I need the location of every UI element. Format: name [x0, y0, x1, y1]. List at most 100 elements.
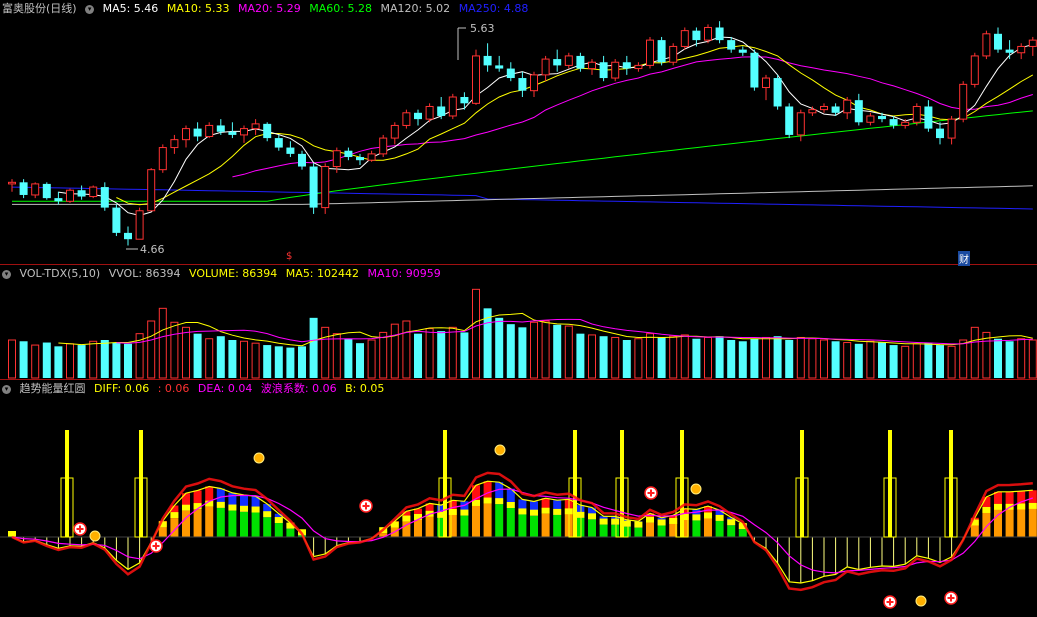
volume-bar-down [274, 346, 283, 378]
candle-down [193, 128, 202, 137]
price-panel[interactable]: 富奥股份(日线) ▾ MA5: 5.46 MA10: 5.33 MA20: 5.… [0, 0, 1037, 266]
volume-bar-up [1017, 338, 1026, 379]
volume-bar-down [286, 347, 295, 378]
candle-up [901, 121, 910, 126]
volume-bar-up [530, 321, 538, 379]
candle-up [170, 139, 179, 149]
low-price-mark: 4.66 [140, 243, 165, 256]
volume-bar-up [843, 342, 852, 379]
volume-bar-down [437, 331, 446, 378]
candle-down [506, 68, 515, 79]
wave-pillar [573, 430, 577, 537]
candle-up [970, 55, 979, 85]
volume-bar-up [147, 320, 156, 379]
candle-up [147, 169, 156, 212]
energy-column-cap [182, 504, 190, 511]
volume-bar-up [332, 333, 341, 379]
wave-pillar [949, 430, 953, 537]
energy-column-cap [240, 505, 248, 512]
volume-bar-up [982, 331, 991, 379]
candle-up [541, 58, 550, 76]
volume-bar-up [901, 345, 910, 379]
candle-up [332, 150, 341, 168]
candle-down [483, 55, 492, 66]
volume-bar-up [170, 321, 179, 379]
gold-coin-signal [253, 452, 265, 464]
energy-column-cap [599, 518, 608, 525]
ma5-label: MA5: 5.46 [102, 2, 159, 15]
financial-report-mark[interactable]: 财 [958, 251, 970, 266]
volume-bar-down [576, 333, 585, 378]
volume-bar-down [878, 342, 886, 378]
volume-bar-up [472, 288, 480, 379]
volume-bar-up [970, 326, 979, 379]
energy-column-cap [460, 509, 469, 516]
candle-up [947, 118, 956, 139]
volume-bar-up [158, 307, 167, 379]
ma250-line [11, 186, 1033, 210]
candle-down [854, 100, 863, 123]
energy-column [599, 524, 608, 537]
event-mark[interactable]: $ [286, 251, 292, 262]
energy-column [657, 525, 666, 537]
volume-bar-up [251, 342, 260, 379]
candle-down [54, 198, 63, 202]
circle-down-icon[interactable]: ▾ [2, 384, 11, 394]
candle-up [982, 33, 991, 57]
volume-bar-down [924, 342, 933, 378]
circle-down-icon[interactable]: ▾ [85, 4, 95, 14]
indicator-panel[interactable]: ▾ 趋势能量红圆 DIFF: 0.06 : 0.06 DEA: 0.04 波浪系… [0, 380, 1037, 617]
volume-bar-up [669, 335, 678, 379]
volume-bar-down [124, 343, 132, 378]
candle-up [680, 30, 689, 47]
vol-ma5-label: MA5: 102442 [285, 267, 360, 280]
candle-down [936, 128, 944, 139]
candle-up [564, 55, 573, 66]
volume-bar-down [727, 340, 736, 378]
wave-pillar [888, 430, 892, 537]
candle-down [750, 52, 759, 88]
candle-up [240, 128, 248, 136]
diff-label: DIFF: 0.06 [94, 382, 150, 395]
ma20-line [232, 56, 1033, 178]
volume-panel[interactable]: ▾ VOL-TDX(5,10) VVOL: 86394 VOLUME: 8639… [0, 265, 1037, 379]
energy-column [634, 527, 643, 537]
volume-bar-up [564, 325, 573, 379]
energy-column [228, 510, 237, 537]
energy-column-cap [541, 507, 550, 514]
energy-column-cap [982, 506, 991, 513]
energy-column [715, 520, 724, 537]
energy-column [1005, 509, 1014, 537]
candle-down [460, 97, 469, 104]
gold-coin-signal [915, 595, 927, 607]
volume-bar-down [854, 343, 863, 378]
volume-bar-up [402, 320, 411, 379]
candle-up [390, 124, 399, 139]
volume-bar-down [738, 341, 747, 378]
candle-down [738, 49, 747, 53]
candlestick-chart[interactable] [0, 0, 1037, 264]
vol-title: VOL-TDX(5,10) [19, 267, 101, 280]
energy-column-cap [263, 511, 272, 518]
volume-bar-down [42, 342, 51, 378]
candle-down [889, 119, 898, 126]
energy-column [704, 518, 712, 537]
energy-column [205, 506, 214, 537]
volume-label: VOLUME: 86394 [189, 267, 278, 280]
volume-bar-down [994, 338, 1002, 378]
candle-up [402, 112, 411, 126]
candle-down [344, 150, 353, 158]
energy-column [472, 505, 480, 537]
volume-chart[interactable] [0, 265, 1037, 379]
volume-bar-up [182, 326, 190, 379]
trend-energy-chart[interactable] [0, 380, 1037, 617]
circle-down-icon[interactable]: ▾ [2, 269, 11, 279]
candle-down [553, 59, 562, 66]
energy-column-cap [402, 515, 411, 522]
candle-down [309, 166, 318, 208]
volume-bar-down [889, 345, 898, 378]
volume-bar-up [425, 328, 434, 379]
candle-down [924, 106, 933, 129]
candle-down [112, 207, 121, 233]
energy-column [1017, 509, 1026, 537]
